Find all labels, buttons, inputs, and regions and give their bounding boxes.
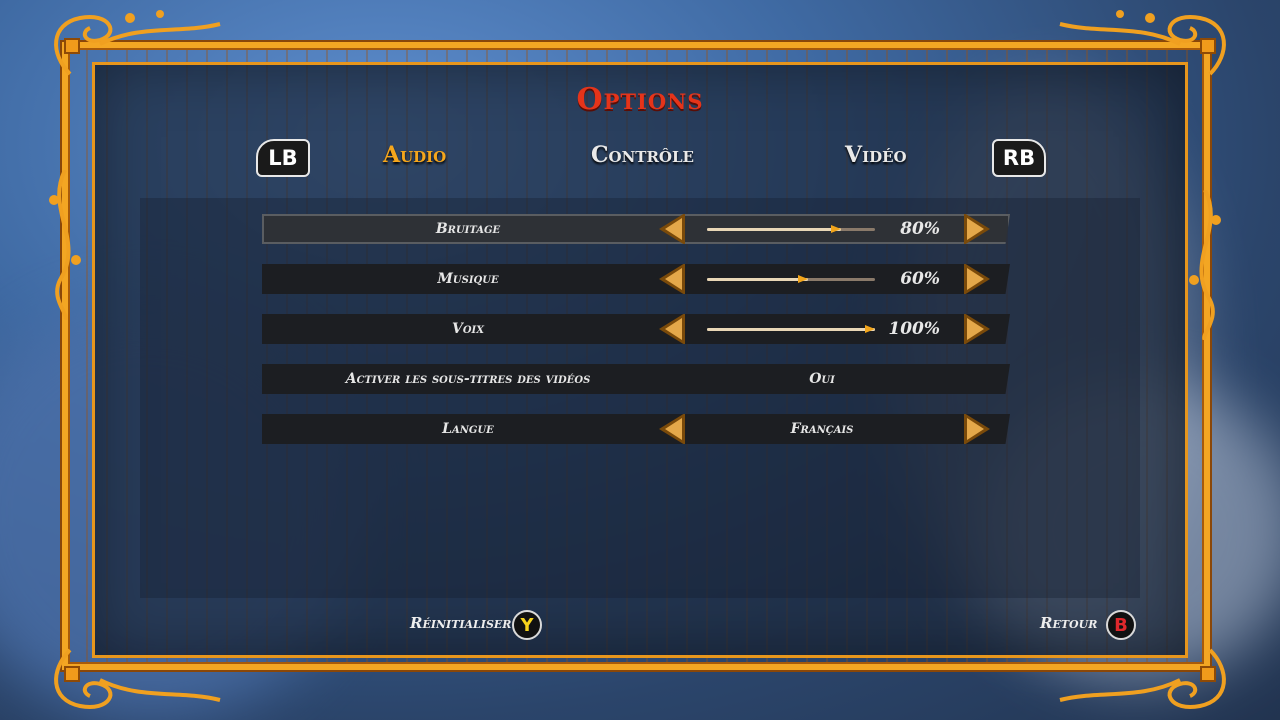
tab-video[interactable]: Vidéo [845,142,907,168]
setting-label: Bruitage [435,221,501,237]
setting-value[interactable]: Oui [702,364,942,394]
arrow-right-icon[interactable] [962,312,992,346]
slider-knob-icon[interactable] [865,325,875,333]
slider-knob-icon[interactable] [831,225,842,233]
reset-label[interactable]: Réinitialiser [410,614,511,632]
setting-value: Français [790,421,854,437]
setting-label: Activer les sous-titres des vidéos [345,371,591,387]
setting-label: Voix [451,321,484,337]
volume-slider[interactable] [707,325,875,333]
arrow-right-icon[interactable] [962,412,992,446]
arrow-left-icon[interactable] [657,262,687,296]
settings-row[interactable]: Bruitage 80% [262,214,1010,244]
slider-fill [707,328,875,331]
flourish-top-right-icon [1059,10,1226,76]
back-label[interactable]: Retour [1040,614,1097,632]
page-title: Options [576,82,704,117]
flourish-bottom-right-icon [1059,648,1226,710]
flourish-left-icon [49,170,81,320]
slider-fill [707,278,808,281]
flourish-top-left-icon [54,10,221,76]
setting-value: 100% [888,319,940,339]
tab-controle[interactable]: Contrôle [591,142,694,168]
setting-label: Langue [442,421,494,437]
settings-row[interactable]: Voix 100% [262,314,1010,344]
flourish-bottom-left-icon [54,648,221,710]
setting-value: 60% [900,269,940,289]
tab-audio[interactable]: Audio [383,142,446,168]
arrow-right-icon[interactable] [962,212,992,246]
settings-row[interactable]: Activer les sous-titres des vidéos Oui [262,364,1010,394]
setting-label: Musique [437,271,499,287]
flourish-right-icon [1189,190,1221,340]
settings-row[interactable]: Musique 60% [262,264,1010,294]
settings-row[interactable]: Langue Français [262,414,1010,444]
arrow-left-icon[interactable] [657,212,687,246]
setting-value: 80% [900,219,940,239]
arrow-right-icon[interactable] [962,262,992,296]
volume-slider[interactable] [707,275,875,283]
arrow-left-icon[interactable] [657,412,687,446]
volume-slider[interactable] [707,225,875,233]
gamepad-b-icon[interactable]: B [1106,610,1136,640]
arrow-left-icon[interactable] [657,312,687,346]
slider-fill [707,228,842,231]
gamepad-y-icon[interactable]: Y [512,610,542,640]
rb-button[interactable]: RB [992,139,1046,177]
lb-button[interactable]: LB [256,139,310,177]
slider-knob-icon[interactable] [797,275,808,283]
settings-panel [140,198,1140,598]
